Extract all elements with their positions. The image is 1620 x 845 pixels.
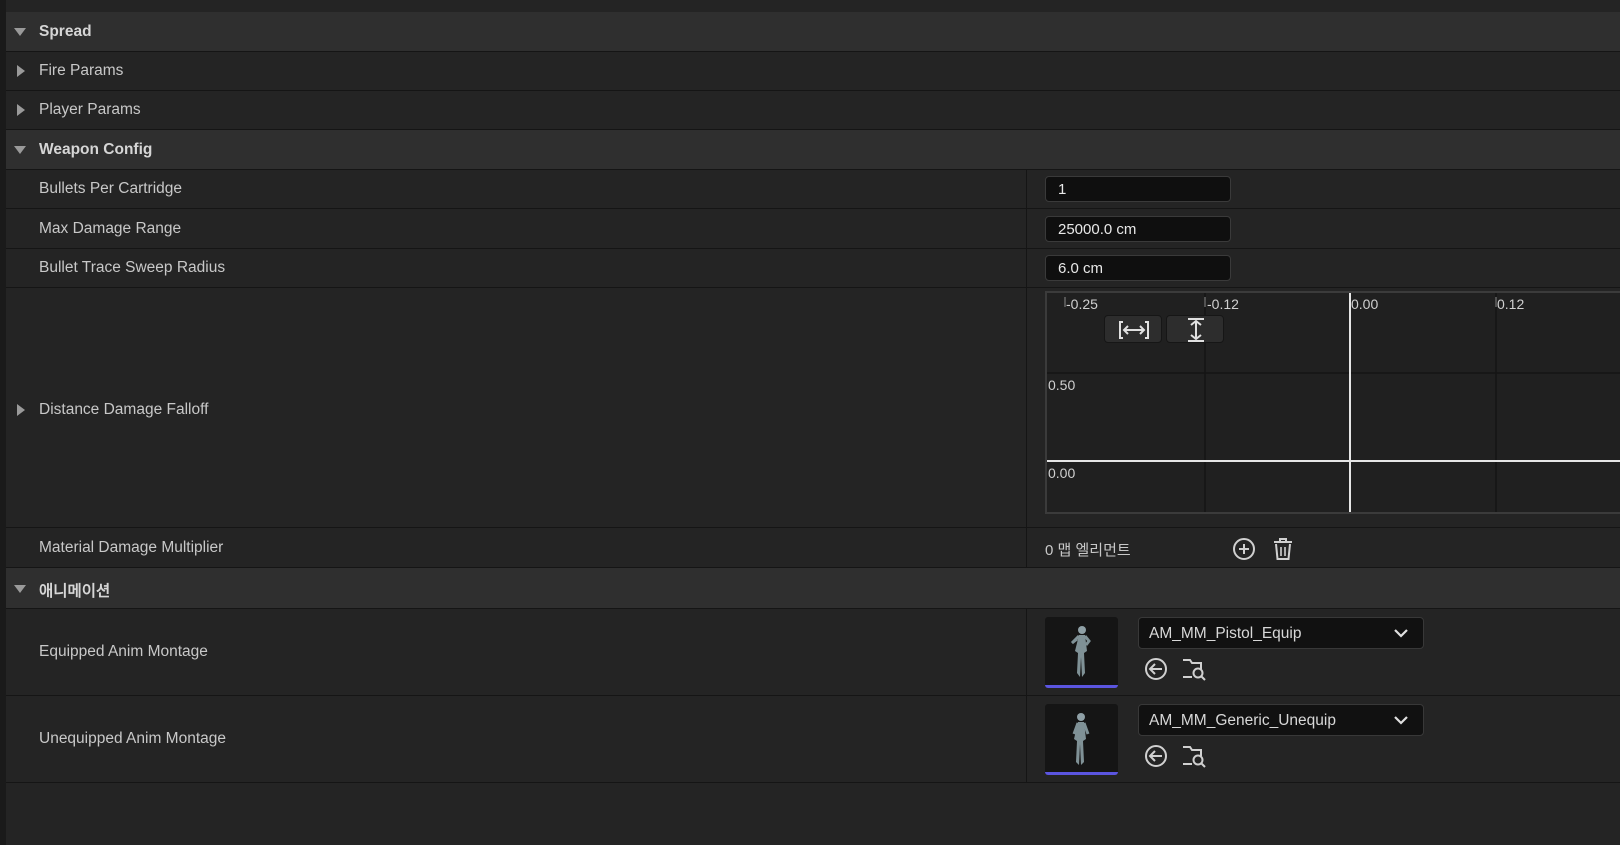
delete-all-button[interactable] [1270, 536, 1296, 562]
property-label: Player Params [39, 101, 141, 118]
property-label: Unequipped Anim Montage [39, 730, 226, 747]
add-element-button[interactable] [1231, 536, 1257, 562]
chevron-down-icon [1394, 629, 1408, 638]
use-selected-button[interactable] [1143, 656, 1169, 682]
collapsed-icon[interactable] [17, 65, 25, 77]
column-splitter[interactable] [1026, 528, 1027, 567]
category-label: Weapon Config [39, 141, 153, 158]
row-fire-params[interactable]: Fire Params [6, 52, 1620, 91]
category-animation[interactable]: 애니메이션 [6, 568, 1620, 609]
folder-search-icon [1183, 659, 1206, 681]
property-label: Fire Params [39, 62, 124, 79]
chevron-down-icon [1394, 716, 1408, 725]
fit-horizontal-icon [1119, 321, 1149, 339]
curve-graph[interactable]: -0.25 -0.12 0.00 0.12 0.50 0.00 [1045, 291, 1620, 514]
expanded-icon[interactable] [14, 28, 26, 36]
expanded-icon[interactable] [14, 146, 26, 154]
plus-circle-icon [1233, 538, 1255, 560]
property-label: Distance Damage Falloff [39, 401, 209, 418]
browse-asset-button[interactable] [1181, 656, 1207, 682]
max-damage-range-field[interactable]: 25000.0 cm [1045, 216, 1231, 242]
property-label: Equipped Anim Montage [39, 643, 208, 660]
mannequin-thumbnail-image [1070, 626, 1091, 677]
row-max-damage-range: Max Damage Range 25000.0 cm [6, 209, 1620, 249]
fit-vertical-icon [1188, 318, 1204, 342]
asset-picker-combo[interactable]: AM_MM_Pistol_Equip [1138, 617, 1424, 649]
row-player-params[interactable]: Player Params [6, 91, 1620, 130]
column-splitter[interactable] [1026, 609, 1027, 695]
row-bullet-trace-sweep-radius: Bullet Trace Sweep Radius 6.0 cm [6, 249, 1620, 288]
asset-name: AM_MM_Pistol_Equip [1149, 625, 1302, 642]
x-tick-label: 0.00 [1351, 296, 1378, 312]
expanded-icon[interactable] [14, 585, 26, 593]
x-tick-label: 0.12 [1497, 296, 1524, 312]
property-label: Max Damage Range [39, 220, 182, 237]
column-splitter[interactable] [1026, 249, 1027, 287]
fit-horizontal-button[interactable] [1104, 315, 1162, 343]
trash-icon [1274, 538, 1292, 560]
asset-type-color-bar [1045, 772, 1118, 775]
x-tick-label: -0.12 [1207, 296, 1239, 312]
x-tick-label: -0.25 [1066, 296, 1098, 312]
row-unequipped-anim-montage: Unequipped Anim Montage AM_MM_Generic_Un… [6, 696, 1620, 783]
use-selected-button[interactable] [1143, 743, 1169, 769]
asset-type-color-bar [1045, 685, 1118, 688]
map-element-count: 0 맵 엘리먼트 [1045, 542, 1131, 559]
column-splitter[interactable] [1026, 288, 1027, 527]
property-label: Material Damage Multiplier [39, 539, 224, 556]
y-tick-label: 0.00 [1048, 465, 1075, 481]
row-equipped-anim-montage: Equipped Anim Montage AM_MM_Pistol_Equip [6, 609, 1620, 696]
folder-search-icon [1183, 746, 1206, 768]
bullets-per-cartridge-field[interactable]: 1 [1045, 176, 1231, 202]
column-splitter[interactable] [1026, 170, 1027, 208]
details-panel: Spread Fire Params Player Params Weapon … [6, 0, 1620, 845]
fit-vertical-button[interactable] [1166, 315, 1224, 343]
bullet-trace-sweep-radius-field[interactable]: 6.0 cm [1045, 255, 1231, 281]
column-splitter[interactable] [1026, 209, 1027, 248]
y-tick-label: 0.50 [1048, 377, 1075, 393]
category-label: Spread [39, 23, 92, 40]
collapsed-icon[interactable] [17, 104, 25, 116]
arrow-left-circle-icon [1145, 658, 1167, 680]
collapsed-icon[interactable] [17, 404, 25, 416]
browse-asset-button[interactable] [1181, 743, 1207, 769]
asset-picker-combo[interactable]: AM_MM_Generic_Unequip [1138, 704, 1424, 736]
row-distance-damage-falloff: Distance Damage Falloff -0.25 -0.12 0.00… [6, 288, 1620, 528]
category-label: 애니메이션 [39, 583, 111, 600]
mannequin-thumbnail-image [1072, 713, 1090, 765]
column-splitter[interactable] [1026, 696, 1027, 782]
arrow-left-circle-icon [1145, 745, 1167, 767]
asset-thumbnail[interactable] [1045, 617, 1118, 688]
property-label: Bullets Per Cartridge [39, 180, 183, 197]
category-spread[interactable]: Spread [6, 12, 1620, 52]
category-weapon-config[interactable]: Weapon Config [6, 130, 1620, 170]
asset-name: AM_MM_Generic_Unequip [1149, 712, 1336, 729]
property-label: Bullet Trace Sweep Radius [39, 259, 226, 276]
row-material-damage-multiplier: Material Damage Multiplier 0 맵 엘리먼트 [6, 528, 1620, 568]
asset-thumbnail[interactable] [1045, 704, 1118, 775]
row-bullets-per-cartridge: Bullets Per Cartridge 1 [6, 170, 1620, 209]
